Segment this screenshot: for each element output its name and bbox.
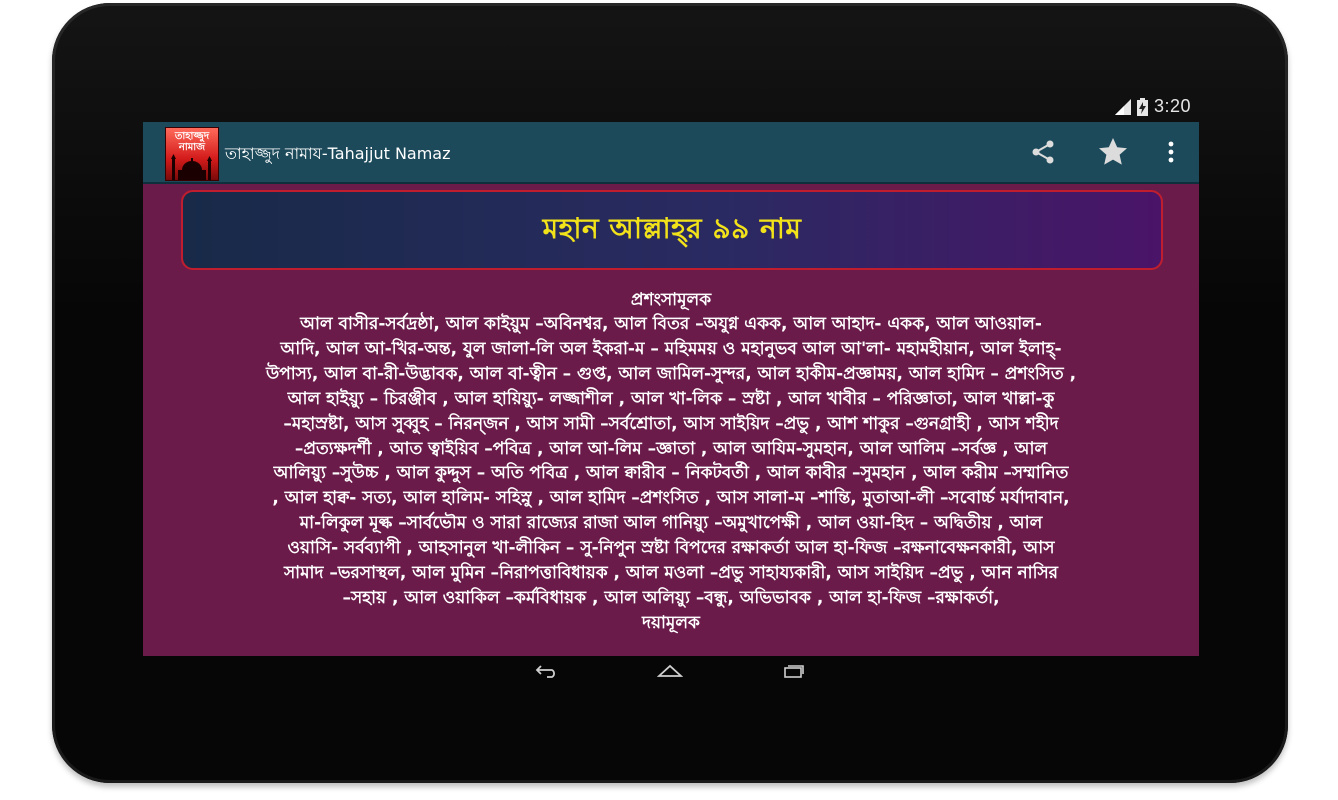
app-icon-label-line1: তাহাজ্জুদ bbox=[174, 131, 210, 142]
content-area[interactable]: মহান আল্লাহ্‌র ৯৯ নাম প্রশংসামূলক আল বাস… bbox=[143, 184, 1199, 656]
names-line: –প্রত্যক্ষদর্শী , আত ত্বাইয়িব –পবিত্র ,… bbox=[294, 438, 1048, 459]
names-line: আলিয়্যু –সুউচ্চ , আল কুদ্দুস – অতি পবিত… bbox=[273, 463, 1069, 484]
app-icon-label-line2: নামাজ bbox=[178, 142, 206, 153]
section-heading-mercy: দয়ামূলক bbox=[642, 613, 700, 633]
app-icon-label: তাহাজ্জুদ নামাজ bbox=[166, 131, 218, 153]
names-line: আল বাসীর-সর্বদ্রষ্ঠা, আল কাইয়ুম –অবিনশ্… bbox=[300, 314, 1042, 334]
app-title: তাহাজ্জুদ নামায-Tahajjut Namaz bbox=[225, 144, 451, 163]
names-line: , আল হাক্ব- সত্য, আল হালিম- সহিস্নু , আল… bbox=[272, 488, 1070, 509]
battery-charging-icon bbox=[1136, 97, 1148, 116]
names-line: উপাস্য, আল বা-রী-উদ্ভাবক, আল বা-ত্বীন – … bbox=[265, 363, 1077, 384]
overflow-menu-button[interactable] bbox=[1153, 134, 1189, 170]
names-line: –মহাস্রষ্টা, আস সুব্বুহ – নিরন্জন , আস স… bbox=[283, 413, 1059, 434]
status-clock: 3:20 bbox=[1153, 96, 1191, 116]
home-icon bbox=[657, 664, 683, 677]
signal-icon bbox=[1114, 98, 1131, 115]
star-icon bbox=[1099, 138, 1127, 165]
app-screen: তাহাজ্জুদ নামাজ তাহাজ্জুদ নামায-Tahajjut… bbox=[143, 122, 1199, 656]
share-button[interactable] bbox=[1025, 134, 1061, 170]
home-button[interactable] bbox=[650, 660, 690, 682]
banner-title: মহান আল্লাহ্‌র ৯৯ নাম bbox=[542, 211, 802, 245]
names-line: আদি, আল আ-খির-অন্ত, যুল জালা-লি অল ইকরা-… bbox=[280, 338, 1062, 359]
status-icons: 3:20 bbox=[1114, 96, 1191, 117]
app-icon[interactable]: তাহাজ্জুদ নামাজ bbox=[165, 127, 219, 181]
names-line: ওয়াসি- সর্বব্যাপী , আহসানুল খা-লীকিন – … bbox=[287, 538, 1055, 559]
names-line: মা-লিকুল মূল্ক –সার্বভৌম ও সারা রাজ্যের … bbox=[299, 513, 1043, 534]
status-bar: 3:20 bbox=[143, 94, 1199, 122]
share-icon bbox=[1032, 140, 1054, 164]
back-icon bbox=[535, 665, 555, 678]
recent-apps-icon bbox=[784, 665, 804, 678]
names-text: আল বাসীর-সর্বদ্রষ্ঠা, আল কাইয়ুম –অবিনশ্… bbox=[155, 312, 1187, 611]
names-line: –সহায় , আল ওয়াকিল –কর্মবিধায়ক , আল অল… bbox=[342, 587, 1000, 608]
names-line: সামাদ –ভরসাস্থল, আল মুমিন –নিরাপত্তাবিধা… bbox=[283, 563, 1059, 584]
overflow-menu-icon bbox=[1168, 141, 1174, 163]
navigation-bar bbox=[143, 656, 1199, 686]
title-banner: মহান আল্লাহ্‌র ৯৯ নাম bbox=[181, 190, 1163, 270]
action-bar: তাহাজ্জুদ নামাজ তাহাজ্জুদ নামায-Tahajjut… bbox=[143, 122, 1199, 184]
section-heading-praise: প্রশংসামূলক bbox=[630, 290, 712, 310]
favorite-button[interactable] bbox=[1095, 134, 1131, 170]
recent-apps-button[interactable] bbox=[774, 660, 814, 682]
names-line: আল হাইয়্যু – চিরঞ্জীব , আল হায়িয়্যু- … bbox=[287, 388, 1055, 409]
mosque-silhouette-icon bbox=[171, 154, 212, 180]
back-button[interactable] bbox=[527, 660, 567, 682]
